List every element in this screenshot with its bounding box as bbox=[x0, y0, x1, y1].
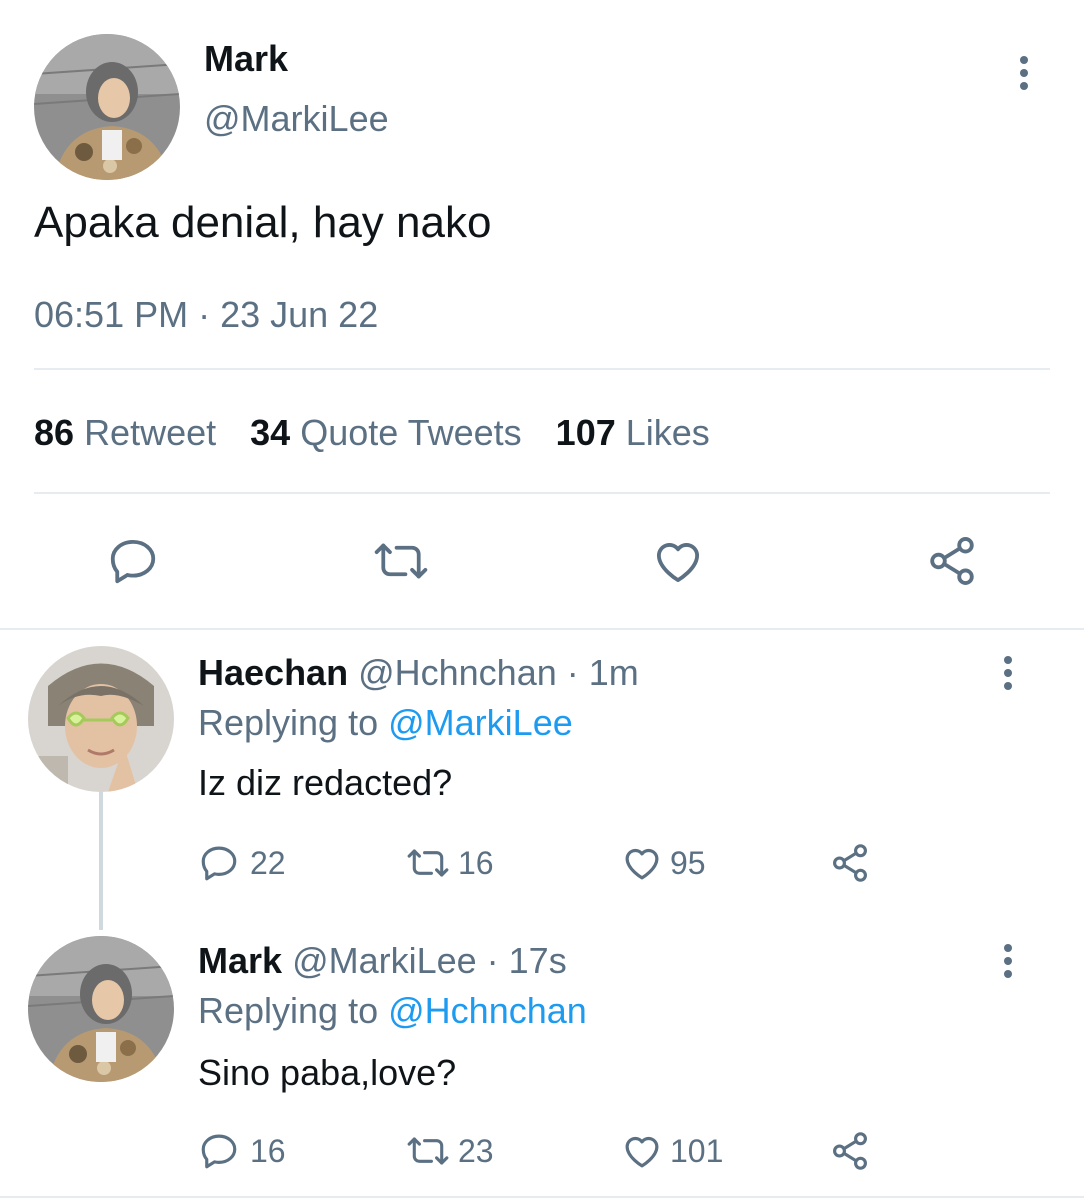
reply-count: 16 bbox=[250, 1132, 286, 1169]
avatar-photo bbox=[28, 646, 174, 792]
reply-icon bbox=[201, 846, 237, 881]
author-handle[interactable]: @MarkiLee bbox=[204, 98, 389, 140]
tweet-text: Apaka denial, hay nako bbox=[34, 198, 492, 247]
share-icon[interactable] bbox=[828, 1130, 872, 1172]
retweet-count: 16 bbox=[458, 844, 494, 881]
divider bbox=[0, 1196, 1084, 1198]
author-name[interactable]: Mark bbox=[204, 38, 288, 80]
author-avatar[interactable] bbox=[34, 34, 180, 180]
reply-header: Haechan @Hchnchan · 1m bbox=[198, 652, 639, 694]
retweet-icon bbox=[407, 849, 449, 877]
divider bbox=[0, 628, 1084, 630]
reply-avatar[interactable] bbox=[28, 936, 174, 1082]
retweet-count: 86 bbox=[34, 412, 75, 453]
avatar-photo bbox=[28, 936, 174, 1082]
retweet-count: 23 bbox=[458, 1132, 494, 1169]
avatar-photo bbox=[34, 34, 180, 180]
reply-count: 22 bbox=[250, 844, 286, 881]
divider bbox=[34, 368, 1050, 370]
quote-count: 34 bbox=[250, 412, 291, 453]
retweet-button[interactable]: 16 bbox=[404, 842, 494, 884]
like-button[interactable]: 101 bbox=[620, 1130, 723, 1172]
reply-avatar[interactable] bbox=[28, 646, 174, 792]
like-count: 95 bbox=[670, 844, 706, 881]
more-options-icon[interactable] bbox=[1018, 56, 1030, 95]
reply-icon[interactable] bbox=[106, 534, 160, 588]
replying-to: Replying to @Hchnchan bbox=[198, 990, 587, 1032]
replying-to-prefix: Replying to bbox=[198, 990, 379, 1031]
tweet-stats: 86 Retweet 34 Quote Tweets 107 Likes bbox=[34, 412, 710, 454]
replying-to: Replying to @MarkiLee bbox=[198, 702, 573, 744]
like-button[interactable]: 95 bbox=[620, 842, 706, 884]
reply-author-name[interactable]: Mark bbox=[198, 940, 282, 981]
like-icon bbox=[625, 848, 659, 880]
retweet-stat[interactable]: 86 Retweet bbox=[34, 412, 216, 454]
quote-tweets-stat[interactable]: 34 Quote Tweets bbox=[250, 412, 522, 454]
more-options-icon[interactable] bbox=[1002, 944, 1014, 983]
quote-label: Quote Tweets bbox=[300, 412, 522, 453]
share-icon[interactable] bbox=[828, 842, 872, 884]
retweet-label: Retweet bbox=[84, 412, 217, 453]
likes-count: 107 bbox=[555, 412, 616, 453]
reply-icon bbox=[201, 1134, 237, 1169]
reply-author-meta[interactable]: @MarkiLee · 17s bbox=[292, 940, 567, 981]
retweet-icon bbox=[407, 1137, 449, 1165]
more-options-icon[interactable] bbox=[1002, 656, 1014, 695]
retweet-icon[interactable] bbox=[370, 534, 432, 588]
likes-stat[interactable]: 107 Likes bbox=[556, 412, 710, 454]
reply-button[interactable]: 16 bbox=[198, 1130, 286, 1172]
reply-thread-line bbox=[99, 792, 103, 930]
like-count: 101 bbox=[670, 1132, 724, 1169]
reply-author-name[interactable]: Haechan bbox=[198, 652, 348, 693]
like-icon[interactable] bbox=[650, 534, 706, 588]
tweet-timestamp[interactable]: 06:51 PM · 23 Jun 22 bbox=[34, 294, 378, 336]
replying-to-link[interactable]: @Hchnchan bbox=[388, 990, 587, 1031]
reply-header: Mark @MarkiLee · 17s bbox=[198, 940, 567, 982]
share-icon[interactable] bbox=[924, 534, 980, 588]
divider bbox=[34, 492, 1050, 494]
reply-text: Iz diz redacted? bbox=[198, 762, 453, 803]
likes-label: Likes bbox=[625, 412, 710, 453]
like-icon bbox=[625, 1136, 659, 1168]
retweet-button[interactable]: 23 bbox=[404, 1130, 494, 1172]
replying-to-prefix: Replying to bbox=[198, 702, 379, 743]
reply-author-meta[interactable]: @Hchnchan · 1m bbox=[358, 652, 639, 693]
reply-button[interactable]: 22 bbox=[198, 842, 286, 884]
reply-text: Sino paba,love? bbox=[198, 1052, 457, 1093]
replying-to-link[interactable]: @MarkiLee bbox=[388, 702, 573, 743]
